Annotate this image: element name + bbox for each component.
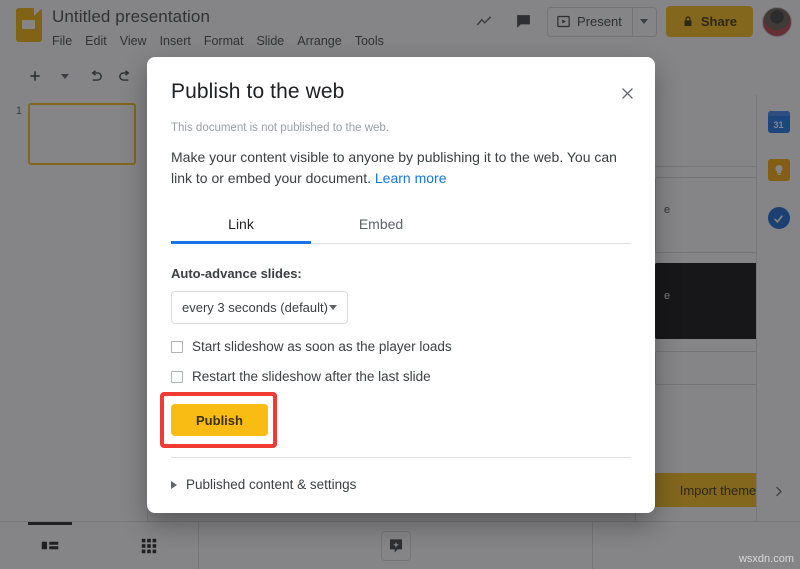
published-content-settings-label: Published content & settings (186, 477, 356, 492)
start-slideshow-label: Start slideshow as soon as the player lo… (192, 339, 452, 354)
tab-link[interactable]: Link (171, 216, 311, 243)
publish-button-wrapper: Publish (171, 404, 286, 436)
published-content-settings-toggle[interactable]: Published content & settings (171, 477, 631, 492)
auto-advance-select[interactable]: every 3 seconds (default) (171, 291, 348, 324)
tab-embed[interactable]: Embed (311, 216, 451, 243)
restart-slideshow-label: Restart the slideshow after the last sli… (192, 369, 431, 384)
dialog-tabs: Link Embed (171, 216, 631, 244)
watermark: wsxdn.com (739, 553, 794, 565)
screenshot-root: Untitled presentation File Edit View Ins… (0, 0, 800, 569)
dialog-divider (171, 457, 631, 458)
restart-slideshow-checkbox[interactable] (171, 371, 183, 383)
checkbox-row-restart-slideshow[interactable]: Restart the slideshow after the last sli… (171, 369, 631, 384)
auto-advance-label: Auto-advance slides: (171, 266, 631, 281)
publish-status-note: This document is not published to the we… (171, 122, 631, 134)
publish-to-web-dialog: Publish to the web This document is not … (147, 57, 655, 513)
dialog-description: Make your content visible to anyone by p… (171, 147, 631, 189)
publish-button[interactable]: Publish (171, 404, 268, 436)
caret-down-icon (329, 305, 337, 310)
start-slideshow-checkbox[interactable] (171, 341, 183, 353)
checkbox-row-start-slideshow[interactable]: Start slideshow as soon as the player lo… (171, 339, 631, 354)
learn-more-link[interactable]: Learn more (375, 170, 447, 186)
triangle-right-icon (171, 481, 177, 489)
dialog-title: Publish to the web (171, 57, 631, 104)
close-icon[interactable] (615, 81, 639, 105)
auto-advance-value: every 3 seconds (default) (182, 300, 328, 315)
